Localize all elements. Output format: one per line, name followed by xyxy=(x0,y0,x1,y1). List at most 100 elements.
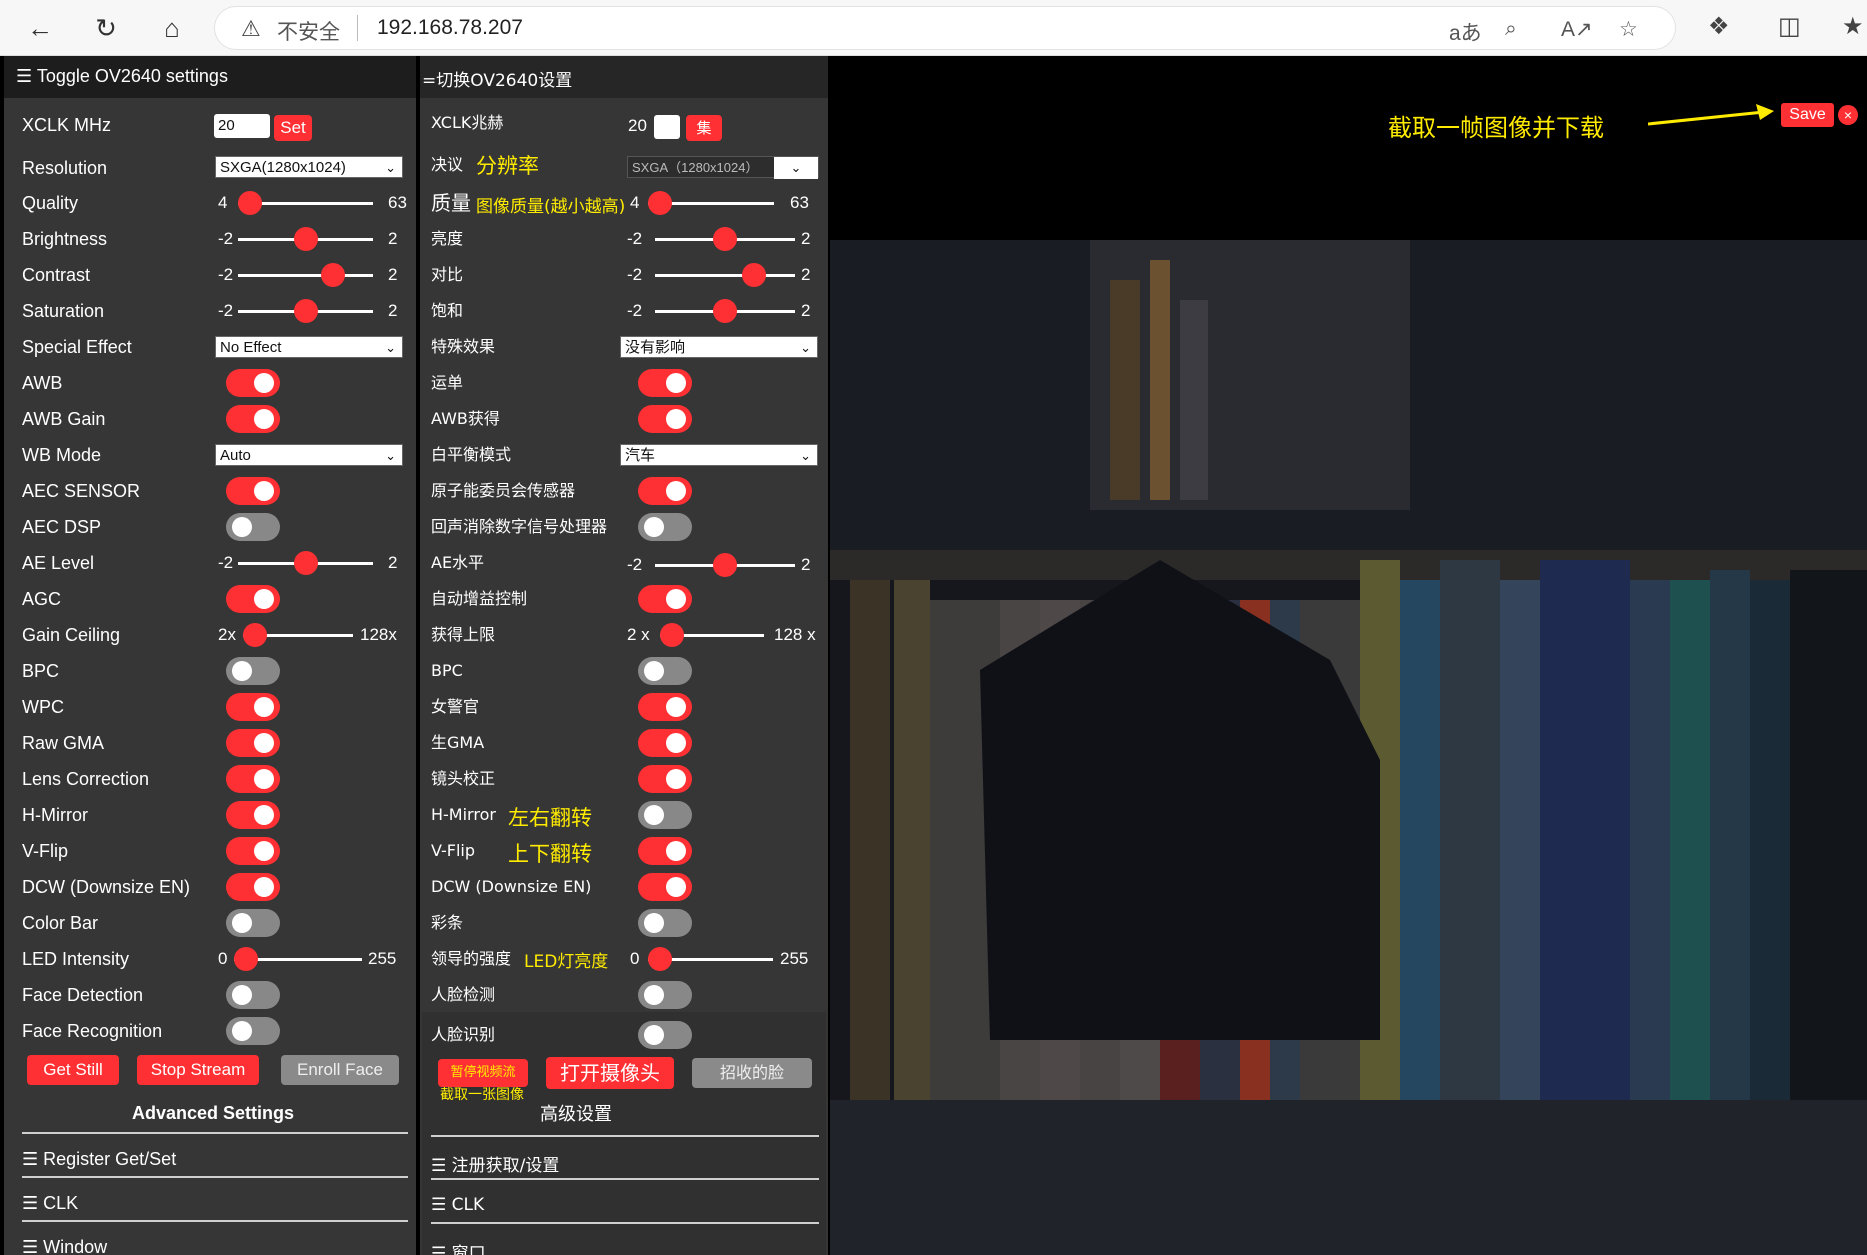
close-stream-button[interactable]: × xyxy=(1838,105,1858,125)
quality-slider-thumb[interactable] xyxy=(238,191,262,215)
colorbar-toggle[interactable] xyxy=(226,909,280,937)
read-aloud-icon[interactable]: A↗ xyxy=(1561,17,1593,42)
gain-ceiling-slider-cn-thumb[interactable] xyxy=(660,623,684,647)
face-detection-toggle[interactable] xyxy=(226,981,280,1009)
open-camera-button[interactable]: 打开摄像头 xyxy=(546,1057,674,1089)
dcw-toggle[interactable] xyxy=(226,873,280,901)
favorites-icon[interactable]: ★ xyxy=(1842,12,1864,41)
awb-toggle-cn[interactable] xyxy=(638,369,692,397)
address-bar[interactable]: ⚠ 不安全 192.168.78.207 aあ ⌕ A↗ ☆ xyxy=(214,6,1676,50)
menu-clk[interactable]: ☰ CLK xyxy=(22,1193,78,1214)
led-intensity-slider-thumb[interactable] xyxy=(234,947,258,971)
xclk-set-button-cn[interactable]: 集 xyxy=(686,115,722,141)
ae-level-label-cn: AE水平 xyxy=(431,553,485,572)
aec-dsp-toggle-cn[interactable] xyxy=(638,513,692,541)
resolution-select[interactable]: SXGA(1280x1024) ⌄ xyxy=(215,156,403,178)
wb-mode-select[interactable]: Auto ⌄ xyxy=(215,444,403,466)
menu-icon: ☰ xyxy=(22,1237,44,1255)
refresh-icon[interactable]: ↻ xyxy=(88,10,124,46)
wb-mode-select-cn[interactable]: 汽车 ⌄ xyxy=(620,444,818,466)
save-button[interactable]: Save xyxy=(1781,103,1834,127)
awb-gain-toggle-cn[interactable] xyxy=(638,405,692,433)
awb-gain-toggle[interactable] xyxy=(226,405,280,433)
lens-correction-toggle-cn[interactable] xyxy=(638,765,692,793)
face-detection-toggle-cn[interactable] xyxy=(638,981,692,1009)
hmirror-toggle[interactable] xyxy=(226,801,280,829)
extensions-icon[interactable]: ❖ xyxy=(1708,12,1730,41)
contrast-slider-track[interactable] xyxy=(238,274,373,277)
face-recognition-toggle[interactable] xyxy=(226,1017,280,1045)
colorbar-toggle-cn[interactable] xyxy=(638,909,692,937)
agc-toggle-cn[interactable] xyxy=(638,585,692,613)
bpc-toggle-cn[interactable] xyxy=(638,657,692,685)
raw-gma-toggle-cn[interactable] xyxy=(638,729,692,757)
wpc-toggle[interactable] xyxy=(226,693,280,721)
resolution-select-cn[interactable]: SXGA（1280x1024） ⌄ xyxy=(627,156,819,179)
special-effect-select-cn[interactable]: 没有影响 ⌄ xyxy=(620,336,818,358)
panel-header-cn[interactable]: =切换OV2640设置 xyxy=(420,56,828,98)
aec-sensor-toggle-cn[interactable] xyxy=(638,477,692,505)
quality-slider-cn-thumb[interactable] xyxy=(648,191,672,215)
aec-dsp-toggle[interactable] xyxy=(226,513,280,541)
face-recognition-toggle-cn[interactable] xyxy=(638,1021,692,1049)
bpc-toggle[interactable] xyxy=(226,657,280,685)
aec-sensor-label: AEC SENSOR xyxy=(22,481,141,501)
lens-correction-toggle-cn-knob xyxy=(666,769,686,789)
url-text[interactable]: 192.168.78.207 xyxy=(377,16,523,40)
dcw-toggle-cn[interactable] xyxy=(638,873,692,901)
ae-level-slider-thumb[interactable] xyxy=(293,551,318,575)
chevron-down-icon: ⌄ xyxy=(385,448,396,463)
favorite-star-icon[interactable]: ☆ xyxy=(1619,17,1638,42)
bpc-toggle-knob xyxy=(232,661,252,681)
vflip-label: V-Flip xyxy=(22,841,69,861)
toggle-settings-title-cn[interactable]: =切换OV2640设置 xyxy=(422,66,572,91)
ae-level-slider-cn-thumb[interactable] xyxy=(713,553,737,577)
raw-gma-toggle[interactable] xyxy=(226,729,280,757)
contrast-slider-cn-thumb[interactable] xyxy=(742,263,766,287)
contrast-slider-cn-track[interactable] xyxy=(655,274,795,277)
quality-slider-min: 4 xyxy=(218,193,228,212)
xclk-set-button[interactable]: Set xyxy=(274,115,312,141)
stop-stream-button[interactable]: Stop Stream xyxy=(137,1055,259,1085)
gain-ceiling-slider-thumb[interactable] xyxy=(243,623,267,647)
saturation-slider-cn-thumb[interactable] xyxy=(713,299,737,323)
split-screen-icon[interactable]: ◫ xyxy=(1778,12,1801,41)
agc-toggle[interactable] xyxy=(226,585,280,613)
special-effect-label-cn: 特殊效果 xyxy=(431,337,496,356)
enroll-face-button-cn[interactable]: 招收的脸 xyxy=(692,1058,812,1088)
led-slider-cn-thumb[interactable] xyxy=(648,947,672,971)
menu-window[interactable]: ☰ Window xyxy=(22,1237,107,1255)
xclk-input[interactable]: 20 xyxy=(214,114,270,138)
menu-register[interactable]: ☰ Register Get/Set xyxy=(22,1149,176,1170)
raw-gma-label-cn: 生GMA xyxy=(431,733,485,752)
menu-register-cn[interactable]: ☰ 注册获取/设置 xyxy=(431,1151,559,1176)
zoom-icon[interactable]: ⌕ xyxy=(1505,17,1517,41)
xclk-input-cn[interactable] xyxy=(654,115,680,139)
pause-stream-button[interactable]: 暂停视频流 xyxy=(438,1059,528,1087)
menu-clk-cn[interactable]: ☰ CLK xyxy=(431,1195,484,1215)
awb-toggle[interactable] xyxy=(226,369,280,397)
brightness-slider-thumb[interactable] xyxy=(293,227,318,251)
vflip-toggle[interactable] xyxy=(226,837,280,865)
toggle-settings-title[interactable]: ☰ Toggle OV2640 settings xyxy=(16,66,228,87)
translate-icon[interactable]: aあ xyxy=(1449,17,1482,47)
brightness-slider-cn-thumb[interactable] xyxy=(713,227,737,251)
home-icon[interactable]: ⌂ xyxy=(154,10,190,46)
enroll-face-button[interactable]: Enroll Face xyxy=(281,1055,399,1085)
quality-slider-max: 63 xyxy=(388,193,407,212)
hmirror-toggle-cn[interactable] xyxy=(638,801,692,829)
panel-header[interactable]: ☰ Toggle OV2640 settings xyxy=(4,56,416,98)
lens-correction-toggle[interactable] xyxy=(226,765,280,793)
aec-sensor-toggle[interactable] xyxy=(226,477,280,505)
get-still-button[interactable]: Get Still xyxy=(27,1055,119,1085)
vflip-toggle-cn[interactable] xyxy=(638,837,692,865)
stream-picture xyxy=(830,240,1867,1255)
xclk-value-cn[interactable]: 20 xyxy=(628,111,647,141)
special-effect-select[interactable]: No Effect ⌄ xyxy=(215,336,403,358)
agc-toggle-knob xyxy=(254,589,274,609)
wpc-toggle-cn[interactable] xyxy=(638,693,692,721)
insecure-label: 不安全 xyxy=(277,21,340,44)
menu-window-cn[interactable]: ☰ 窗口 xyxy=(431,1239,486,1255)
saturation-slider-thumb[interactable] xyxy=(293,299,318,323)
back-icon[interactable]: ← xyxy=(22,10,58,46)
